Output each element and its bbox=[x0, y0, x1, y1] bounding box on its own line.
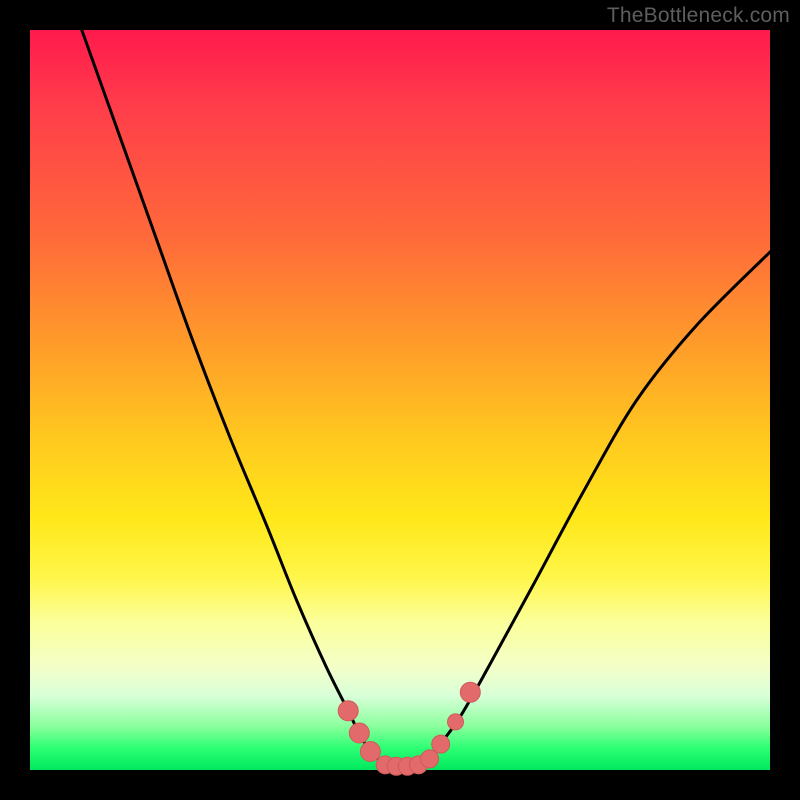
chart-svg bbox=[30, 30, 770, 770]
trough-marker bbox=[349, 723, 369, 743]
trough-marker bbox=[448, 714, 464, 730]
trough-marker bbox=[432, 735, 450, 753]
plot-area bbox=[30, 30, 770, 770]
outer-frame: TheBottleneck.com bbox=[0, 0, 800, 800]
trough-marker bbox=[338, 701, 358, 721]
trough-marker bbox=[421, 750, 439, 768]
marker-layer bbox=[338, 682, 480, 775]
watermark-text: TheBottleneck.com bbox=[607, 4, 790, 28]
bottleneck-curve bbox=[82, 30, 770, 767]
trough-marker bbox=[460, 682, 480, 702]
trough-marker bbox=[360, 742, 380, 762]
curve-layer bbox=[82, 30, 770, 767]
